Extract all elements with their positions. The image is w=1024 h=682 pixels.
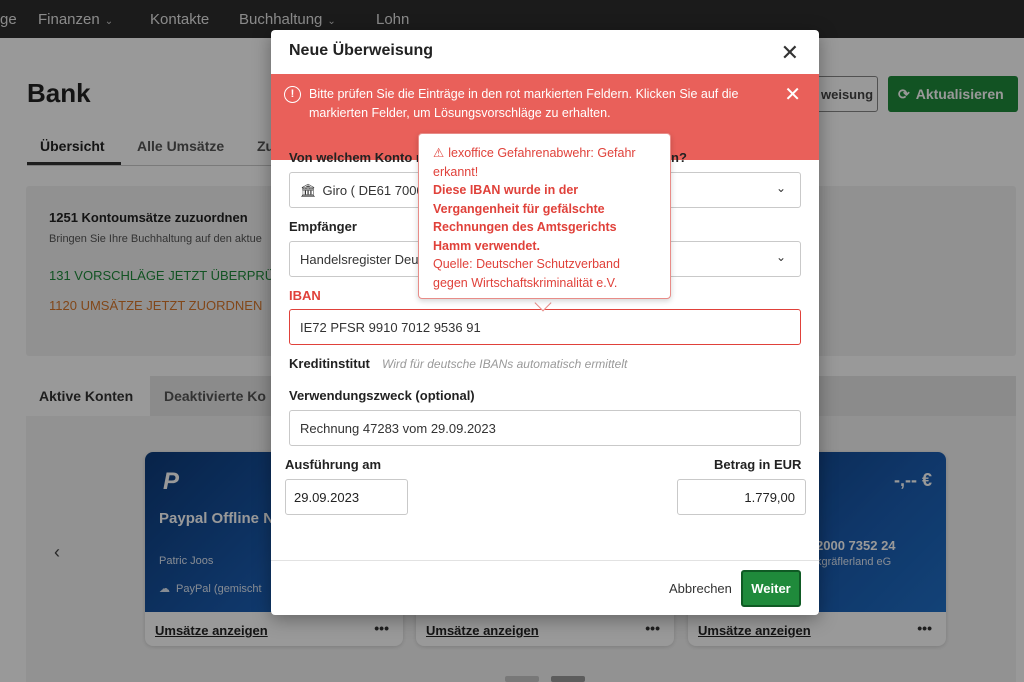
fraud-warning-tooltip: ⚠ lexoffice Gefahrenabwehr: Gefahr erkann…: [418, 133, 671, 299]
warning-source: Quelle: Deutscher Schutzverband gegen Wi…: [433, 257, 620, 290]
warning-icon: ⚠: [433, 146, 445, 160]
recipient-label: Empfänger: [289, 219, 357, 234]
purpose-label: Verwendungszweck (optional): [289, 388, 475, 403]
error-icon: !: [284, 86, 301, 103]
date-field[interactable]: 29.09.2023: [285, 479, 408, 515]
warning-heading-text: lexoffice Gefahrenabwehr: Gefahr erkannt…: [433, 146, 636, 179]
bank-hint: Wird für deutsche IBANs automatisch ermi…: [382, 357, 628, 371]
bank-icon: 🏛: [300, 183, 317, 198]
from-account-label-end: n?: [671, 150, 687, 165]
recipient-value: Handelsregister Deut: [300, 252, 423, 267]
chevron-down-icon: ⌄: [775, 250, 786, 264]
amount-field[interactable]: 1.779,00: [677, 479, 806, 515]
from-account-label: Von welchem Konto m: [289, 150, 428, 165]
chevron-down-icon: ⌄: [775, 181, 786, 195]
date-label: Ausführung am: [285, 457, 382, 472]
footer-divider: [271, 560, 819, 561]
dialog-title: Neue Überweisung: [289, 42, 434, 59]
bank-label: Kreditinstitut: [289, 356, 370, 371]
transfer-dialog: Neue Überweisung ✕ ! Bitte prüfen Sie di…: [271, 30, 819, 615]
purpose-field[interactable]: Rechnung 47283 vom 29.09.2023: [289, 410, 801, 446]
close-icon[interactable]: ✕: [784, 82, 801, 107]
cancel-button[interactable]: Abbrechen: [669, 581, 732, 596]
warning-heading: ⚠ lexoffice Gefahrenabwehr: Gefahr erkann…: [433, 144, 658, 181]
next-button[interactable]: Weiter: [741, 570, 801, 607]
iban-label: IBAN: [289, 288, 321, 303]
from-account-value: Giro ( DE61 7000: [322, 183, 424, 198]
iban-field[interactable]: IE72 PFSR 9910 7012 9536 91: [289, 309, 801, 345]
alert-message: Bitte prüfen Sie die Einträge in den rot…: [309, 87, 739, 120]
warning-body: Diese IBAN wurde in der Vergangenheit fü…: [433, 183, 617, 253]
close-icon[interactable]: ✕: [781, 40, 799, 66]
amount-label: Betrag in EUR: [714, 457, 802, 472]
